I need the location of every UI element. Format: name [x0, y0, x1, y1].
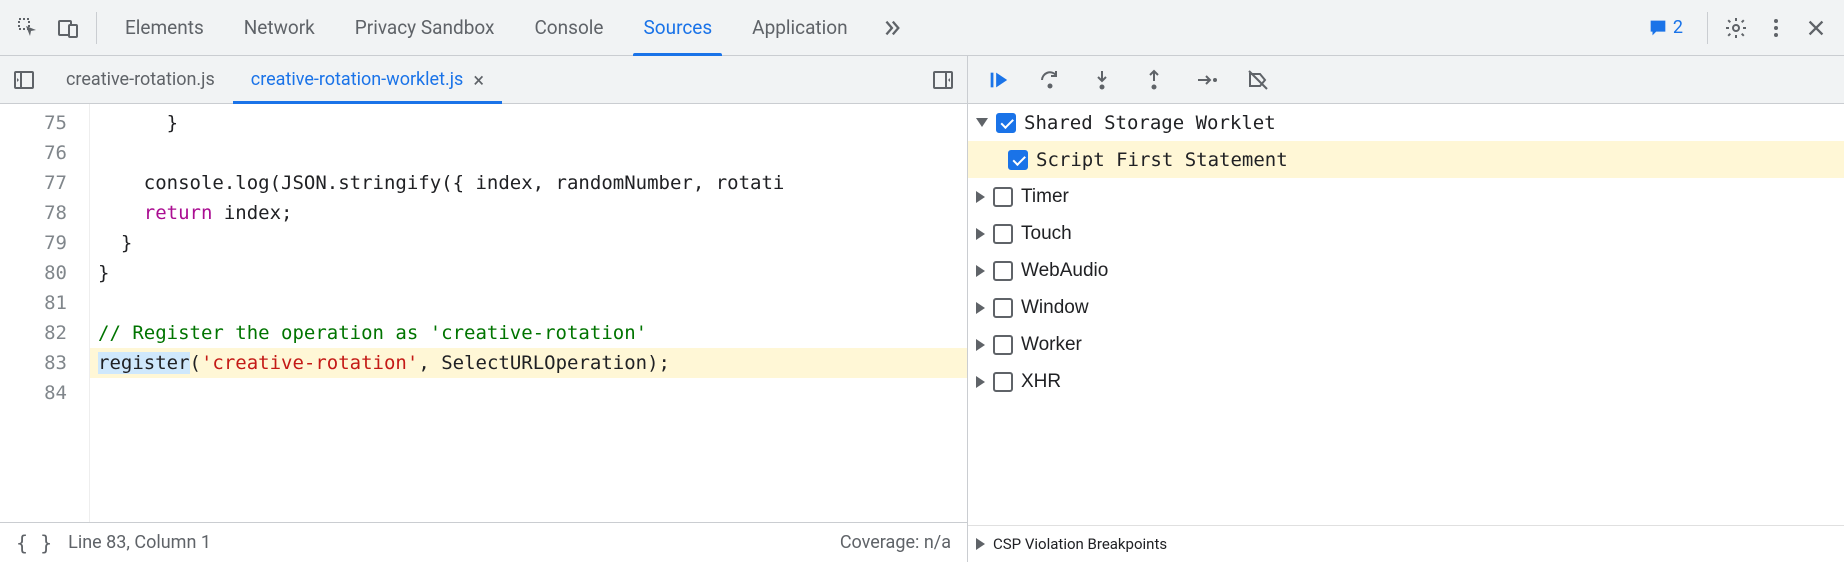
code-line[interactable]: register('creative-rotation', SelectURLO… [90, 348, 967, 378]
sources-panel: creative-rotation.js creative-rotation-wo… [0, 56, 968, 562]
line-number[interactable]: 76 [0, 138, 67, 168]
code-line[interactable] [98, 378, 967, 408]
line-number[interactable]: 82 [0, 318, 67, 348]
code-editor[interactable]: 75767778798081828384 } console.log(JSON.… [0, 104, 967, 522]
messages-count: 2 [1673, 17, 1683, 38]
breakpoint-item[interactable]: Worker [968, 326, 1844, 363]
debugger-toggle-icon[interactable] [919, 56, 967, 104]
checkbox[interactable] [1008, 150, 1028, 170]
checkbox[interactable] [996, 113, 1016, 133]
checkbox[interactable] [993, 224, 1013, 244]
line-number[interactable]: 77 [0, 168, 67, 198]
code-line[interactable]: // Register the operation as 'creative-r… [98, 318, 967, 348]
code-line[interactable]: return index; [98, 198, 967, 228]
code-line[interactable] [98, 288, 967, 318]
tab-sources[interactable]: Sources [623, 0, 732, 56]
line-number[interactable]: 78 [0, 198, 67, 228]
breakpoint-label: Shared Storage Worklet [1024, 112, 1276, 134]
more-tabs-button[interactable] [868, 0, 914, 56]
divider [96, 12, 97, 44]
format-code-icon[interactable]: { } [16, 531, 52, 555]
tab-privacy-sandbox[interactable]: Privacy Sandbox [335, 0, 515, 56]
breakpoint-label: WebAudio [1021, 260, 1108, 282]
tab-console[interactable]: Console [514, 0, 623, 56]
expand-icon[interactable] [976, 302, 985, 314]
file-tab-label: creative-rotation.js [66, 69, 215, 90]
devtools-main-tabs: ElementsNetworkPrivacy SandboxConsoleSou… [0, 0, 1844, 56]
collapse-icon[interactable] [976, 118, 988, 127]
breakpoint-label: Touch [1021, 223, 1072, 245]
checkbox[interactable] [993, 335, 1013, 355]
settings-icon[interactable] [1716, 8, 1756, 48]
breakpoint-label: Timer [1021, 186, 1069, 208]
resume-icon[interactable] [976, 58, 1020, 102]
line-number[interactable]: 83 [0, 348, 67, 378]
breakpoint-item[interactable]: Script First Statement [968, 141, 1844, 178]
step-out-icon[interactable] [1132, 58, 1176, 102]
cursor-position: Line 83, Column 1 [68, 532, 211, 553]
tab-network[interactable]: Network [224, 0, 335, 56]
expand-icon[interactable] [976, 191, 985, 203]
csp-breakpoints-section[interactable]: CSP Violation Breakpoints [968, 525, 1844, 562]
expand-icon[interactable] [976, 339, 985, 351]
file-tab-label: creative-rotation-worklet.js [251, 69, 464, 90]
device-toolbar-icon[interactable] [48, 8, 88, 48]
code-line[interactable]: } [98, 258, 967, 288]
breakpoint-item[interactable]: WebAudio [968, 252, 1844, 289]
inspect-element-icon[interactable] [8, 8, 48, 48]
code-line[interactable]: } [98, 108, 967, 138]
close-icon[interactable]: × [473, 70, 484, 90]
code-line[interactable]: } [98, 228, 967, 258]
expand-icon [976, 538, 985, 550]
tab-elements[interactable]: Elements [105, 0, 224, 56]
file-tabs-bar: creative-rotation.js creative-rotation-wo… [0, 56, 967, 104]
breakpoint-label: Worker [1021, 334, 1082, 356]
coverage-status: Coverage: n/a [840, 532, 951, 553]
breakpoint-item[interactable]: Touch [968, 215, 1844, 252]
line-number[interactable]: 75 [0, 108, 67, 138]
breakpoint-label: Window [1021, 297, 1089, 319]
checkbox[interactable] [993, 372, 1013, 392]
checkbox[interactable] [993, 187, 1013, 207]
step-into-icon[interactable] [1080, 58, 1124, 102]
deactivate-breakpoints-icon[interactable] [1236, 58, 1280, 102]
messages-badge[interactable]: 2 [1647, 17, 1683, 39]
line-number[interactable]: 84 [0, 378, 67, 408]
step-icon[interactable] [1184, 58, 1228, 102]
file-tab[interactable]: creative-rotation.js [48, 56, 233, 104]
expand-icon[interactable] [976, 376, 985, 388]
debugger-toolbar [968, 56, 1844, 104]
breakpoint-item[interactable]: Shared Storage Worklet [968, 104, 1844, 141]
checkbox[interactable] [993, 261, 1013, 281]
more-menu-icon[interactable] [1756, 8, 1796, 48]
line-number[interactable]: 79 [0, 228, 67, 258]
code-content[interactable]: } console.log(JSON.stringify({ index, ra… [90, 104, 967, 522]
line-gutter: 75767778798081828384 [0, 104, 90, 522]
checkbox[interactable] [993, 298, 1013, 318]
navigator-toggle-icon[interactable] [0, 56, 48, 104]
line-number[interactable]: 80 [0, 258, 67, 288]
breakpoint-item[interactable]: Window [968, 289, 1844, 326]
close-devtools-icon[interactable] [1796, 8, 1836, 48]
divider [1707, 12, 1708, 44]
breakpoint-item[interactable]: Timer [968, 178, 1844, 215]
breakpoint-label: XHR [1021, 371, 1061, 393]
line-number[interactable]: 81 [0, 288, 67, 318]
csp-breakpoints-label: CSP Violation Breakpoints [993, 535, 1167, 553]
event-breakpoints-list: Shared Storage Worklet Script First State… [968, 104, 1844, 525]
expand-icon[interactable] [976, 228, 985, 240]
breakpoint-label: Script First Statement [1036, 149, 1288, 171]
expand-icon[interactable] [976, 265, 985, 277]
tab-application[interactable]: Application [732, 0, 867, 56]
file-tab[interactable]: creative-rotation-worklet.js × [233, 56, 502, 104]
step-over-icon[interactable] [1028, 58, 1072, 102]
editor-status-bar: { } Line 83, Column 1 Coverage: n/a [0, 522, 967, 562]
code-line[interactable] [98, 138, 967, 168]
breakpoint-item[interactable]: XHR [968, 363, 1844, 400]
code-line[interactable]: console.log(JSON.stringify({ index, rand… [98, 168, 967, 198]
debugger-panel: Shared Storage Worklet Script First State… [968, 56, 1844, 562]
